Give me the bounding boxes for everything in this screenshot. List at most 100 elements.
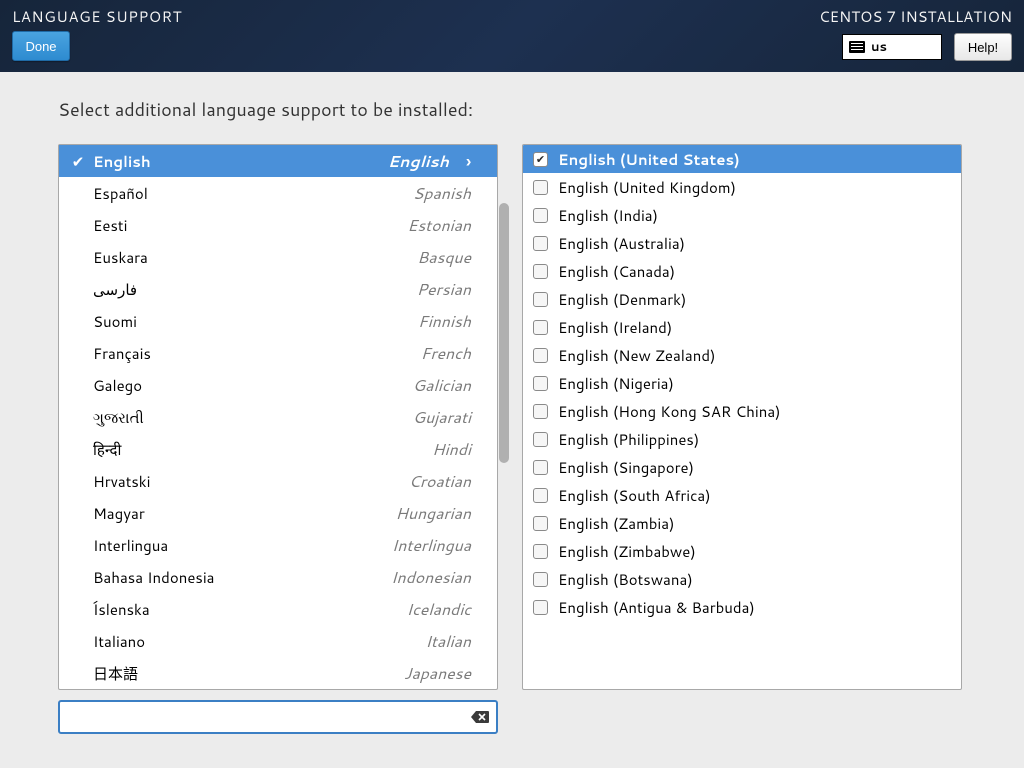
locale-checkbox[interactable] <box>533 376 548 391</box>
locale-row[interactable]: English (Singapore) <box>523 453 961 481</box>
locale-row[interactable]: English (Philippines) <box>523 425 961 453</box>
keyboard-icon <box>849 41 865 53</box>
locale-label: English (Singapore) <box>558 457 694 478</box>
chevron-right-icon: › <box>455 150 471 173</box>
right-column: English (United States) English (United K… <box>522 144 962 734</box>
language-row[interactable]: GalegoGalician <box>59 369 497 401</box>
locale-row[interactable]: English (Hong Kong SAR China) <box>523 397 961 425</box>
language-english-label: Hindi <box>432 438 471 461</box>
locale-checkbox[interactable] <box>533 600 548 615</box>
locale-row[interactable]: English (India) <box>523 201 961 229</box>
locale-checkbox[interactable] <box>533 348 548 363</box>
locale-checkbox[interactable] <box>533 404 548 419</box>
language-native-label: ગુજરાતી <box>93 407 144 428</box>
header-right: CENTOS 7 INSTALLATION us Help! <box>819 6 1012 64</box>
language-native-label: Hrvatski <box>93 471 151 492</box>
language-native-label: Italiano <box>93 631 145 652</box>
locale-label: English (United States) <box>558 149 740 170</box>
language-english-label: Spanish <box>413 182 471 205</box>
done-button[interactable]: Done <box>12 31 70 61</box>
locale-row[interactable]: English (United Kingdom) <box>523 173 961 201</box>
language-row[interactable]: 日本語Japanese <box>59 657 497 689</box>
language-row[interactable]: Bahasa IndonesiaIndonesian <box>59 561 497 593</box>
locale-row[interactable]: English (Zimbabwe) <box>523 537 961 565</box>
locale-checkbox[interactable] <box>533 460 548 475</box>
locale-row[interactable]: English (Antigua & Barbuda) <box>523 593 961 621</box>
left-column: ✔EnglishEnglish›EspañolSpanishEestiEston… <box>58 144 498 734</box>
locale-checkbox[interactable] <box>533 320 548 335</box>
locale-checkbox[interactable] <box>533 208 548 223</box>
language-native-label: 日本語 <box>93 663 138 684</box>
language-native-label: Magyar <box>93 503 145 524</box>
locale-label: English (Denmark) <box>558 289 686 310</box>
language-row[interactable]: InterlinguaInterlingua <box>59 529 497 561</box>
language-english-label: Icelandic <box>406 598 471 621</box>
instruction-text: Select additional language support to be… <box>58 96 966 122</box>
locale-row[interactable]: English (United States) <box>523 145 961 173</box>
locale-checkbox[interactable] <box>533 236 548 251</box>
language-row[interactable]: Italiano Italian <box>59 625 497 657</box>
language-english-label: Italian <box>425 630 471 653</box>
locale-row[interactable]: English (Canada) <box>523 257 961 285</box>
language-native-label: Español <box>93 183 148 204</box>
language-english-label: Estonian <box>407 214 471 237</box>
locale-row[interactable]: English (Australia) <box>523 229 961 257</box>
locale-row[interactable]: English (Denmark) <box>523 285 961 313</box>
language-native-label: فارسی <box>93 279 137 300</box>
locale-row[interactable]: English (Nigeria) <box>523 369 961 397</box>
language-row[interactable]: Eesti Estonian <box>59 209 497 241</box>
language-row[interactable]: हिन्दी Hindi <box>59 433 497 465</box>
language-english-label: Galician <box>413 374 471 397</box>
clear-search-icon[interactable] <box>470 710 490 724</box>
locale-label: English (Nigeria) <box>558 373 674 394</box>
locale-checkbox[interactable] <box>533 544 548 559</box>
search-input[interactable] <box>68 709 470 726</box>
language-row[interactable]: SuomiFinnish <box>59 305 497 337</box>
locale-label: English (Hong Kong SAR China) <box>558 401 781 422</box>
locale-checkbox[interactable] <box>533 152 548 167</box>
language-row[interactable]: EuskaraBasque <box>59 241 497 273</box>
language-row[interactable]: HrvatskiCroatian <box>59 465 497 497</box>
locale-checkbox[interactable] <box>533 292 548 307</box>
locale-checkbox[interactable] <box>533 488 548 503</box>
main-content: Select additional language support to be… <box>0 72 1024 752</box>
scrollbar-thumb[interactable] <box>499 203 509 463</box>
language-row[interactable]: ગુજરાતીGujarati <box>59 401 497 433</box>
locale-checkbox[interactable] <box>533 180 548 195</box>
language-english-label: Finnish <box>418 310 471 333</box>
locale-listbox[interactable]: English (United States) English (United K… <box>522 144 962 690</box>
locale-row[interactable]: English (New Zealand) <box>523 341 961 369</box>
language-row[interactable]: Íslenska Icelandic <box>59 593 497 625</box>
language-row[interactable]: Español Spanish <box>59 177 497 209</box>
locale-row[interactable]: English (South Africa) <box>523 481 961 509</box>
language-native-label: English <box>93 151 151 172</box>
locale-checkbox[interactable] <box>533 572 548 587</box>
locale-label: English (Antigua & Barbuda) <box>558 597 755 618</box>
locale-checkbox[interactable] <box>533 432 548 447</box>
language-english-label: Hungarian <box>395 502 471 525</box>
language-english-label: French <box>421 342 471 365</box>
language-native-label: Íslenska <box>93 599 150 620</box>
language-row[interactable]: فارسیPersian <box>59 273 497 305</box>
locale-label: English (Canada) <box>558 261 675 282</box>
language-row[interactable]: FrançaisFrench <box>59 337 497 369</box>
locale-label: English (Philippines) <box>558 429 699 450</box>
locale-checkbox[interactable] <box>533 516 548 531</box>
language-row[interactable]: ✔EnglishEnglish› <box>59 145 497 177</box>
keyboard-layout-indicator[interactable]: us <box>842 34 942 60</box>
locale-label: English (Zambia) <box>558 513 675 534</box>
locale-row[interactable]: English (Zambia) <box>523 509 961 537</box>
help-button[interactable]: Help! <box>954 33 1012 61</box>
locale-label: English (New Zealand) <box>558 345 716 366</box>
search-box[interactable] <box>58 700 498 734</box>
language-native-label: Eesti <box>93 215 127 236</box>
page-title: LANGUAGE SUPPORT <box>12 6 182 27</box>
language-listbox[interactable]: ✔EnglishEnglish›EspañolSpanishEestiEston… <box>58 144 498 690</box>
language-row[interactable]: Magyar Hungarian <box>59 497 497 529</box>
locale-checkbox[interactable] <box>533 264 548 279</box>
language-native-label: हिन्दी <box>93 439 121 460</box>
locale-row[interactable]: English (Ireland) <box>523 313 961 341</box>
locale-label: English (Ireland) <box>558 317 672 338</box>
locale-row[interactable]: English (Botswana) <box>523 565 961 593</box>
language-scrollbar[interactable] <box>499 145 509 689</box>
